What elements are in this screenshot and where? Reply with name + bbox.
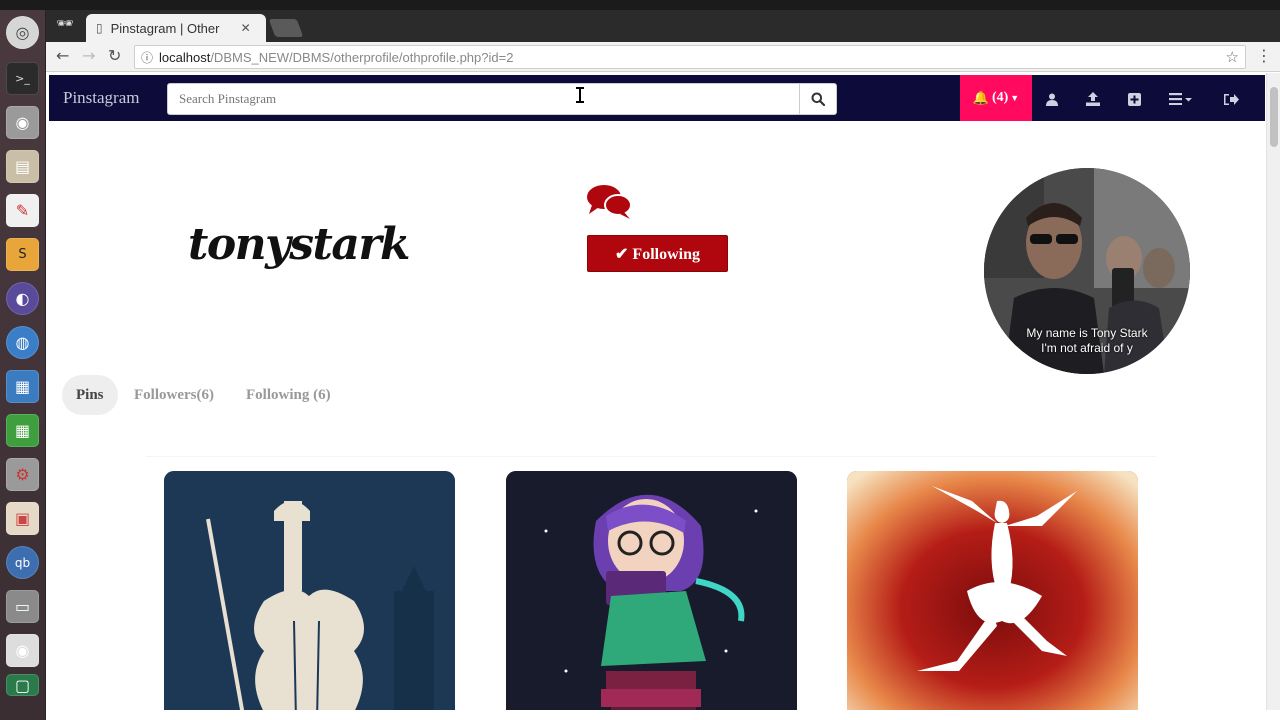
browser-menu-icon[interactable]: ⋮ <box>1256 46 1272 65</box>
launcher: ◎ >_ ◉ ▤ ✎ S ◐ ◍ ▦ ▦ ⚙ ▣ qb ▭ ◉ ▢ <box>0 10 46 720</box>
page-viewport: Pinstagram 🔔 (4) ▼ <box>46 73 1280 710</box>
terminal-icon[interactable]: >_ <box>6 62 39 95</box>
os-top-bar <box>0 0 1280 10</box>
caret-down-icon: ▼ <box>1010 93 1020 103</box>
chromium-icon[interactable]: ◍ <box>6 326 39 359</box>
scrollbar-thumb[interactable] <box>1270 87 1278 147</box>
site-brand[interactable]: Pinstagram <box>63 88 140 108</box>
tab-title: Pinstagram | Other <box>110 20 220 36</box>
drive-icon[interactable]: ▭ <box>6 590 39 623</box>
pdf-viewer-icon[interactable]: ✎ <box>6 194 39 227</box>
dancer-pin[interactable] <box>847 471 1138 710</box>
chrome-icon[interactable]: ◉ <box>6 634 39 667</box>
back-icon[interactable]: ← <box>56 46 69 65</box>
search-icon <box>811 92 825 106</box>
sublime-text-icon[interactable]: S <box>6 238 39 271</box>
bell-icon: 🔔 <box>972 90 989 106</box>
incognito-icon: 🕶 <box>56 16 74 32</box>
user-icon[interactable] <box>1041 89 1063 109</box>
files-icon[interactable]: ▤ <box>6 150 39 183</box>
add-pin-icon[interactable] <box>1123 89 1145 109</box>
workspace-icon[interactable]: ▢ <box>6 674 39 696</box>
page-favicon-icon: ▯ <box>96 21 103 35</box>
text-cursor-icon <box>576 87 584 103</box>
settings-icon[interactable]: ⚙ <box>6 458 39 491</box>
eclipse-icon[interactable]: ◐ <box>6 282 39 315</box>
violin-pin[interactable] <box>164 471 455 710</box>
browser-tabstrip: 🕶 ▯ Pinstagram | Other ✕ <box>46 10 1280 42</box>
info-icon[interactable]: ⓘ <box>141 49 159 66</box>
camera-icon[interactable]: ◉ <box>6 106 39 139</box>
profile-avatar: My name is Tony Stark I'm not afraid of … <box>984 168 1190 374</box>
browser-tab[interactable]: ▯ Pinstagram | Other ✕ <box>86 14 266 42</box>
dancer-pin-image <box>847 471 1138 710</box>
search-button[interactable] <box>799 83 837 115</box>
screen: ◎ >_ ◉ ▤ ✎ S ◐ ◍ ▦ ▦ ⚙ ▣ qb ▭ ◉ ▢ 🕶 ▯ Pi… <box>0 0 1280 720</box>
menu-icon[interactable] <box>1164 89 1198 109</box>
forward-icon[interactable]: → <box>82 46 95 65</box>
reload-icon[interactable]: ↻ <box>108 46 121 65</box>
profile-username: tonystark <box>188 219 411 270</box>
reading-girl-pin-image <box>506 471 797 710</box>
document-viewer-icon[interactable]: ▣ <box>6 502 39 535</box>
page-scrollbar[interactable] <box>1266 73 1280 710</box>
tab-following[interactable]: Following (6) <box>232 375 345 415</box>
close-tab-icon[interactable]: ✕ <box>241 21 251 35</box>
new-tab-button[interactable] <box>268 19 304 37</box>
violin-pin-image <box>164 471 455 710</box>
tab-pins[interactable]: Pins <box>62 375 118 415</box>
notifications-button[interactable]: 🔔 (4) ▼ <box>960 75 1032 121</box>
pins-grid <box>146 456 1156 710</box>
url-host: localhost <box>159 49 211 65</box>
avatar-caption-line1: My name is Tony Stark <box>1026 326 1148 340</box>
calc-icon[interactable]: ▦ <box>6 414 39 447</box>
upload-icon[interactable] <box>1082 89 1104 109</box>
chat-icon[interactable] <box>586 183 634 221</box>
browser-toolbar: ← → ↻ ⓘ localhost/DBMS_NEW/DBMS/otherpro… <box>46 42 1280 72</box>
url-path: /DBMS_NEW/DBMS/otherprofile/othprofile.p… <box>210 49 514 65</box>
tab-followers[interactable]: Followers(6) <box>120 375 228 415</box>
writer-icon[interactable]: ▦ <box>6 370 39 403</box>
notifications-count: (4) <box>991 90 1009 105</box>
avatar-caption: My name is Tony Stark I'm not afraid of … <box>984 326 1190 356</box>
logout-icon[interactable] <box>1220 89 1242 109</box>
bookmark-star-icon[interactable]: ☆ <box>1226 48 1239 66</box>
address-bar[interactable]: ⓘ localhost/DBMS_NEW/DBMS/otherprofile/o… <box>134 45 1246 69</box>
search-input[interactable] <box>167 83 801 115</box>
site-navbar: Pinstagram 🔔 (4) ▼ <box>49 75 1265 121</box>
following-button[interactable]: ✔ Following <box>587 235 728 272</box>
ubuntu-dash-icon[interactable]: ◎ <box>6 16 39 49</box>
reading-girl-pin[interactable] <box>506 471 797 710</box>
qbittorrent-icon[interactable]: qb <box>6 546 39 579</box>
avatar-caption-line2: I'm not afraid of y <box>1041 341 1133 355</box>
